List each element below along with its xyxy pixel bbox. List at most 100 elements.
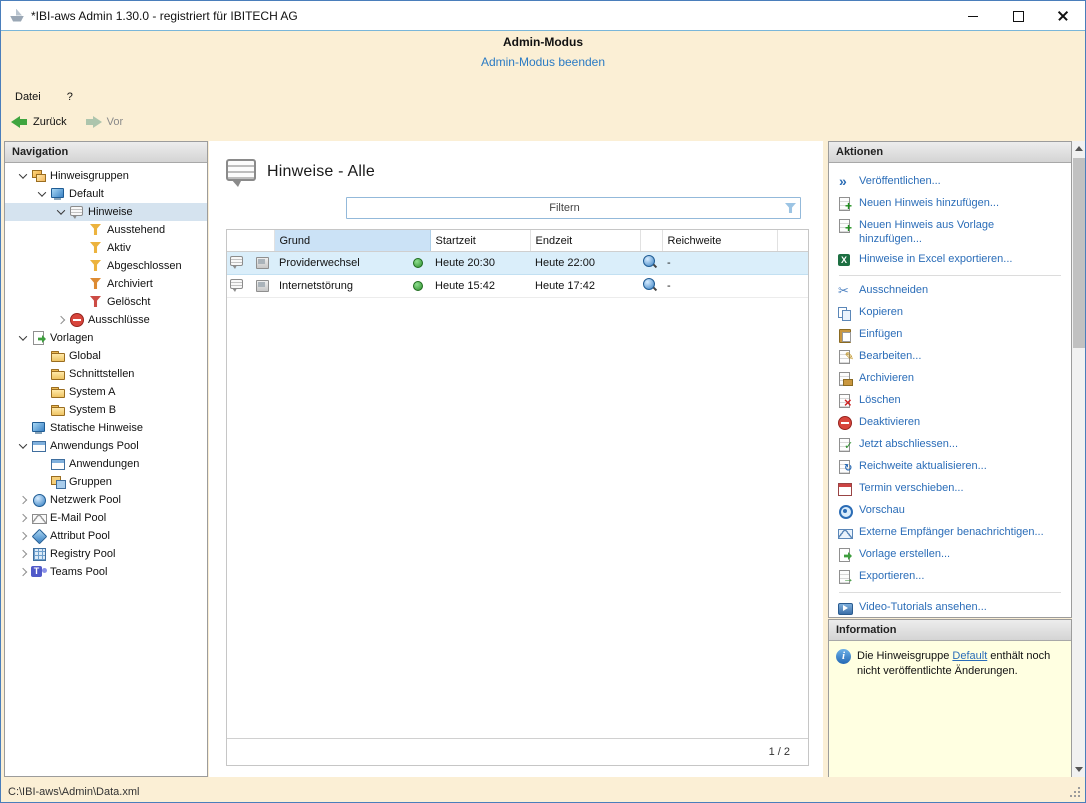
funnel-icon [88,276,104,292]
tree-item-teams-pool[interactable]: Teams Pool [5,563,207,581]
tree-item-system-a[interactable]: System A [5,383,207,401]
tree-item-abgeschlossen[interactable]: Abgeschlossen [5,257,207,275]
maximize-button[interactable] [995,1,1040,30]
action-externe-empfaenger[interactable]: Externe Empfänger benachrichtigen... [837,522,1063,544]
information-link-default[interactable]: Default [952,650,987,662]
globe-search-icon [642,277,658,293]
scroll-up-button[interactable] [1072,141,1085,156]
scroll-down-button[interactable] [1072,762,1085,777]
chevron-down-icon[interactable] [15,168,31,184]
chevron-down-icon[interactable] [34,186,50,202]
tree-item-netzwerk-pool[interactable]: Netzwerk Pool [5,491,207,509]
back-button[interactable]: Zurück [11,116,67,128]
tree-item-hinweise[interactable]: Hinweise [5,203,207,221]
cell-endzeit: Heute 22:00 [530,251,641,275]
table-row[interactable]: Providerwechsel Heute 20:30 Heute 22:00 … [227,251,808,275]
tree-item-ausschluesse[interactable]: Ausschlüsse [5,311,207,329]
tree-item-schnittstellen[interactable]: Schnittstellen [5,365,207,383]
action-label: Löschen [859,394,901,406]
filter-funnel-icon[interactable] [782,200,800,216]
chevron-right-icon[interactable] [15,492,31,508]
paste-icon [837,327,853,343]
folder-icon [50,402,66,418]
action-exportieren[interactable]: Exportieren... [837,566,1063,588]
tree-item-vorlagen[interactable]: Vorlagen [5,329,207,347]
tree-item-default[interactable]: Default [5,185,207,203]
tree-item-archiviert[interactable]: Archiviert [5,275,207,293]
minimize-button[interactable] [950,1,995,30]
tree-item-gruppen[interactable]: Gruppen [5,473,207,491]
action-vorschau[interactable]: Vorschau [837,500,1063,522]
filter-input[interactable] [347,198,782,218]
action-kopieren[interactable]: Kopieren [837,302,1063,324]
toolbar: Zurück Vor [1,109,123,135]
chevron-right-icon[interactable] [53,312,69,328]
column-header-reichweite[interactable]: Reichweite [662,230,778,252]
tree-item-anwendungen[interactable]: Anwendungen [5,455,207,473]
application-icon [254,254,270,270]
tree-item-system-b[interactable]: System B [5,401,207,419]
actions-list: Veröffentlichen... Neuen Hinweis hinzufü… [829,163,1071,623]
chevron-right-icon[interactable] [15,510,31,526]
action-label: Jetzt abschliessen... [859,438,959,450]
application-icon [254,277,270,293]
chevron-right-icon[interactable] [15,564,31,580]
action-jetzt-abschliessen[interactable]: Jetzt abschliessen... [837,434,1063,456]
table-row[interactable]: Internetstörung Heute 15:42 Heute 17:42 … [227,274,808,298]
column-header-startzeit[interactable]: Startzeit [430,230,531,252]
tree-item-label: Aktiv [107,242,131,254]
close-button[interactable] [1040,1,1085,30]
action-veroeffentlichen[interactable]: Veröffentlichen... [837,171,1063,193]
tree-item-geloescht[interactable]: Gelöscht [5,293,207,311]
tree-item-label: Ausschlüsse [88,314,150,326]
forward-button[interactable]: Vor [85,116,123,128]
action-ausschneiden[interactable]: Ausschneiden [837,280,1063,302]
resize-grip-icon[interactable] [1069,787,1081,799]
action-vorlage-erstellen[interactable]: Vorlage erstellen... [837,544,1063,566]
chevron-down-icon[interactable] [15,330,31,346]
scrollbar-thumb[interactable] [1073,158,1085,348]
funnel-icon [88,240,104,256]
action-loeschen[interactable]: Löschen [837,390,1063,412]
action-label: Vorlage erstellen... [859,548,951,560]
window-icon [31,438,47,454]
action-neuer-hinweis[interactable]: Neuen Hinweis hinzufügen... [837,193,1063,215]
chevron-down-icon[interactable] [53,204,69,220]
tree-item-hinweisgruppen[interactable]: Hinweisgruppen [5,167,207,185]
action-deaktivieren[interactable]: Deaktivieren [837,412,1063,434]
action-excel-export[interactable]: Hinweise in Excel exportieren... [837,249,1063,271]
tree-item-attribut-pool[interactable]: Attribut Pool [5,527,207,545]
column-header-endzeit[interactable]: Endzeit [530,230,641,252]
action-video-tutorials[interactable]: Video-Tutorials ansehen... [837,597,1063,619]
menu-item-help[interactable]: ? [67,91,73,103]
column-header-grund[interactable]: Grund [274,230,431,252]
funnel-icon [88,294,104,310]
export-icon [837,569,854,585]
note-icon [229,254,245,270]
action-termin-verschieben[interactable]: Termin verschieben... [837,478,1063,500]
tree-item-anwendungs-pool[interactable]: Anwendungs Pool [5,437,207,455]
column-header-scope-icon[interactable] [640,230,663,252]
action-label: Kopieren [859,306,904,318]
vertical-scrollbar[interactable] [1072,141,1085,777]
menu-item-datei[interactable]: Datei [15,91,41,103]
chevron-right-icon[interactable] [15,528,31,544]
admin-mode-exit-link[interactable]: Admin-Modus beenden [1,55,1085,69]
chevron-right-icon[interactable] [15,546,31,562]
tree-item-ausstehend[interactable]: Ausstehend [5,221,207,239]
tree-item-registry-pool[interactable]: Registry Pool [5,545,207,563]
action-einfuegen[interactable]: Einfügen [837,324,1063,346]
tree-item-global[interactable]: Global [5,347,207,365]
tree-item-email-pool[interactable]: E-Mail Pool [5,509,207,527]
action-reichweite-aktualisieren[interactable]: Reichweite aktualisieren... [837,456,1063,478]
tree-item-statische-hinweise[interactable]: Statische Hinweise [5,419,207,437]
action-bearbeiten[interactable]: Bearbeiten... [837,346,1063,368]
tree-item-aktiv[interactable]: Aktiv [5,239,207,257]
actions-panel-header: Aktionen [829,142,1071,163]
chevron-down-icon[interactable] [15,438,31,454]
action-archivieren[interactable]: Archivieren [837,368,1063,390]
action-hinweis-aus-vorlage[interactable]: Neuen Hinweis aus Vorlage hinzufügen... [837,215,1063,249]
grid-icon [31,546,47,562]
tree-item-label: Hinweise [88,206,133,218]
